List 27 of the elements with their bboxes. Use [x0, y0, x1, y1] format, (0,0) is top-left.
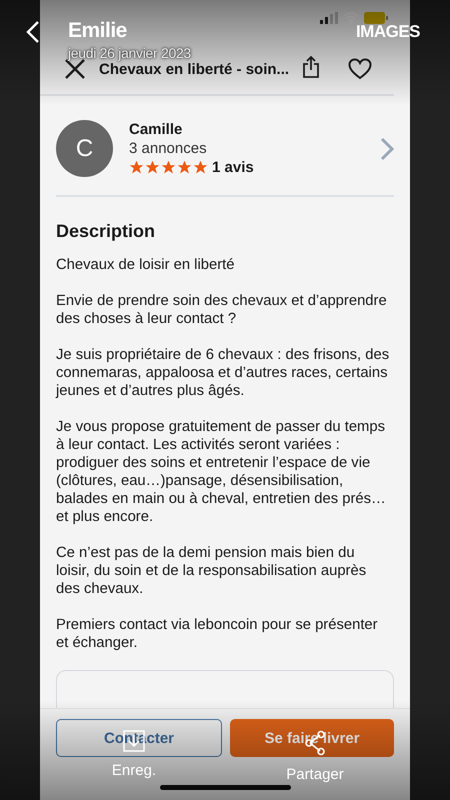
back-icon[interactable]	[26, 21, 40, 43]
star-icon	[193, 160, 208, 175]
photo-date: jeudi 26 janvier 2023	[68, 45, 192, 61]
save-label[interactable]: Enreg.	[112, 762, 156, 779]
star-icon	[177, 160, 192, 175]
star-icon	[145, 160, 160, 175]
photo-title: Emilie	[68, 19, 128, 43]
description-paragraph: Je vous propose gratuitement de passer du temps à leur contact. Les activités seront variées : prodiguer des soins et entretenir l’espace de vie (clôtures, eau…)pansage, désensibilisation, balades en main ou à cheval, entretien des prés… et plus encore.	[56, 418, 387, 526]
description-heading: Description	[56, 221, 156, 242]
description-paragraph: Chevaux de loisir en liberté	[56, 256, 236, 274]
review-count: 1 avis	[212, 159, 254, 176]
listing-count: 3 annonces	[129, 140, 208, 157]
contact-button[interactable]: Contacter	[56, 719, 222, 757]
heart-icon[interactable]	[348, 58, 372, 80]
battery-icon	[364, 12, 388, 24]
star-icon	[129, 160, 144, 175]
description-paragraph: Envie de prendre soin des chevaux et d’apprendre des choses à leur contact ?	[56, 292, 388, 328]
share-icon[interactable]	[302, 54, 320, 78]
description-paragraph: Je suis propriétaire de 6 chevaux : des frisons, des connemaras, appaloosa et d’autres races, certains jeunes et d’autres plus âgés.	[56, 346, 390, 400]
share-label[interactable]: Partager	[286, 766, 344, 783]
seller-avatar: C	[56, 120, 113, 177]
description-paragraph: Premiers contact via leboncoin pour se présenter et échanger.	[56, 616, 379, 652]
description-paragraph: Ce n’est pas de la demi pension mais bien du loisir, du soin et de la responsabilisation auprès des chevaux.	[56, 544, 368, 598]
star-icon	[161, 160, 176, 175]
signal-icon	[320, 12, 338, 24]
ad-title: Chevaux en liberté - soin...	[99, 60, 290, 78]
seller-name: Camille	[129, 121, 184, 138]
